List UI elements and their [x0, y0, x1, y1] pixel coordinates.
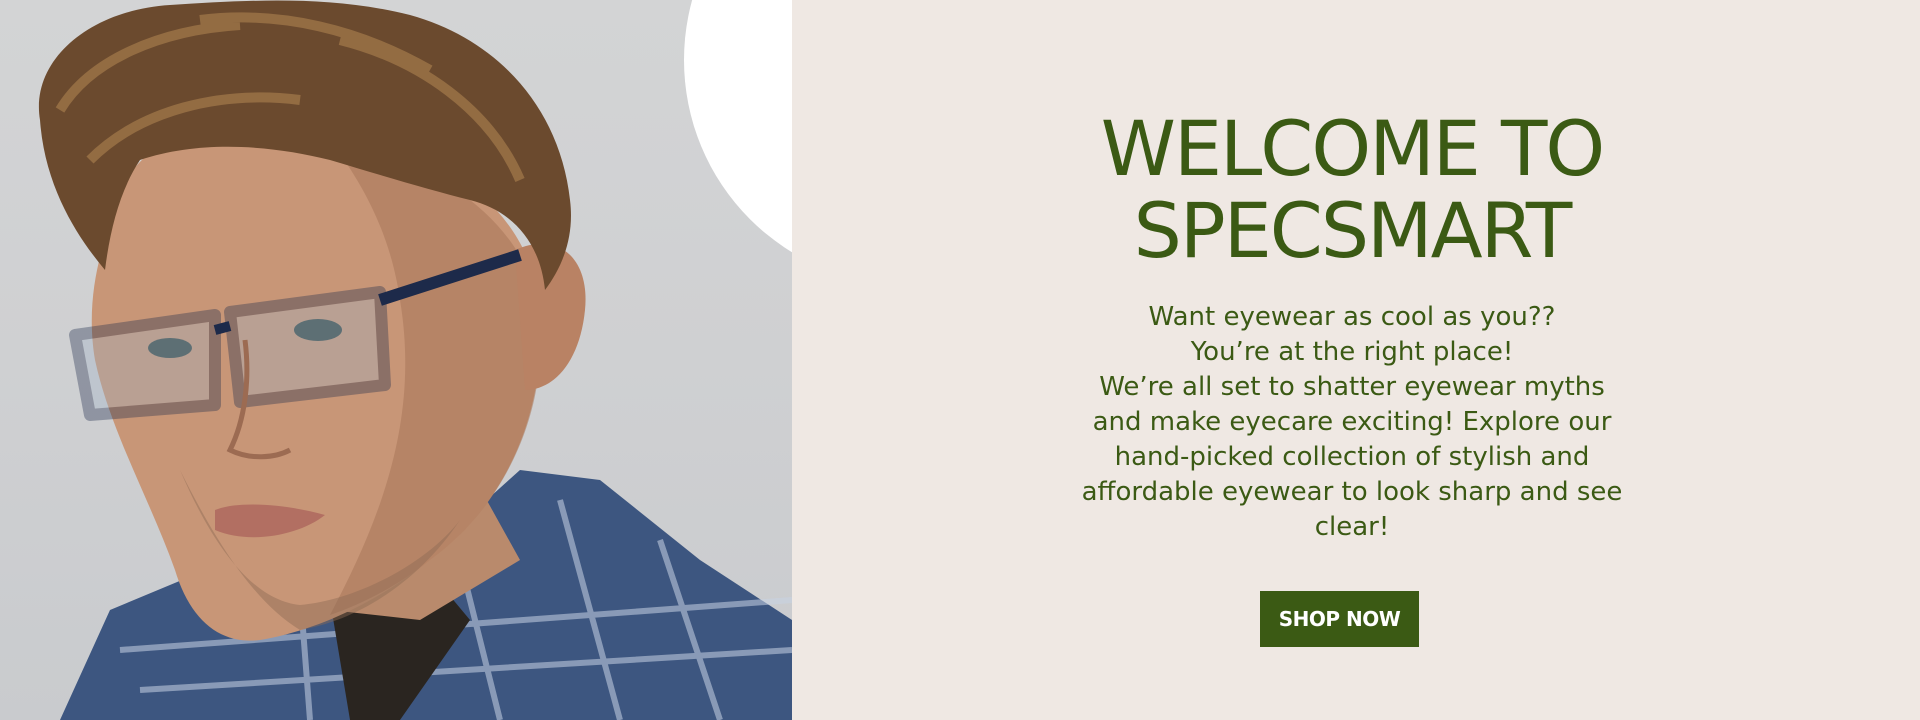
- headline-line-1: WELCOME TO: [1100, 104, 1605, 193]
- shop-now-button[interactable]: SHOP NOW: [1260, 591, 1419, 647]
- tagline-line-1: Want eyewear as cool as you??: [1148, 302, 1556, 332]
- headline-line-2: SPECSMART: [1133, 186, 1573, 275]
- hero-intro: Want eyewear as cool as you?? You’re at …: [1007, 300, 1697, 545]
- tagline-line-2: You’re at the right place!: [1190, 337, 1514, 367]
- hero-headline: WELCOME TO SPECSMART: [1082, 108, 1622, 272]
- model-illustration: [38, 0, 792, 720]
- hero-content: WELCOME TO SPECSMART Want eyewear as coo…: [792, 0, 1920, 720]
- hero-body-text: We’re all set to shatter eyewear myths a…: [1081, 372, 1623, 542]
- hero-banner: WELCOME TO SPECSMART Want eyewear as coo…: [0, 0, 1920, 720]
- hero-photo: [0, 0, 792, 720]
